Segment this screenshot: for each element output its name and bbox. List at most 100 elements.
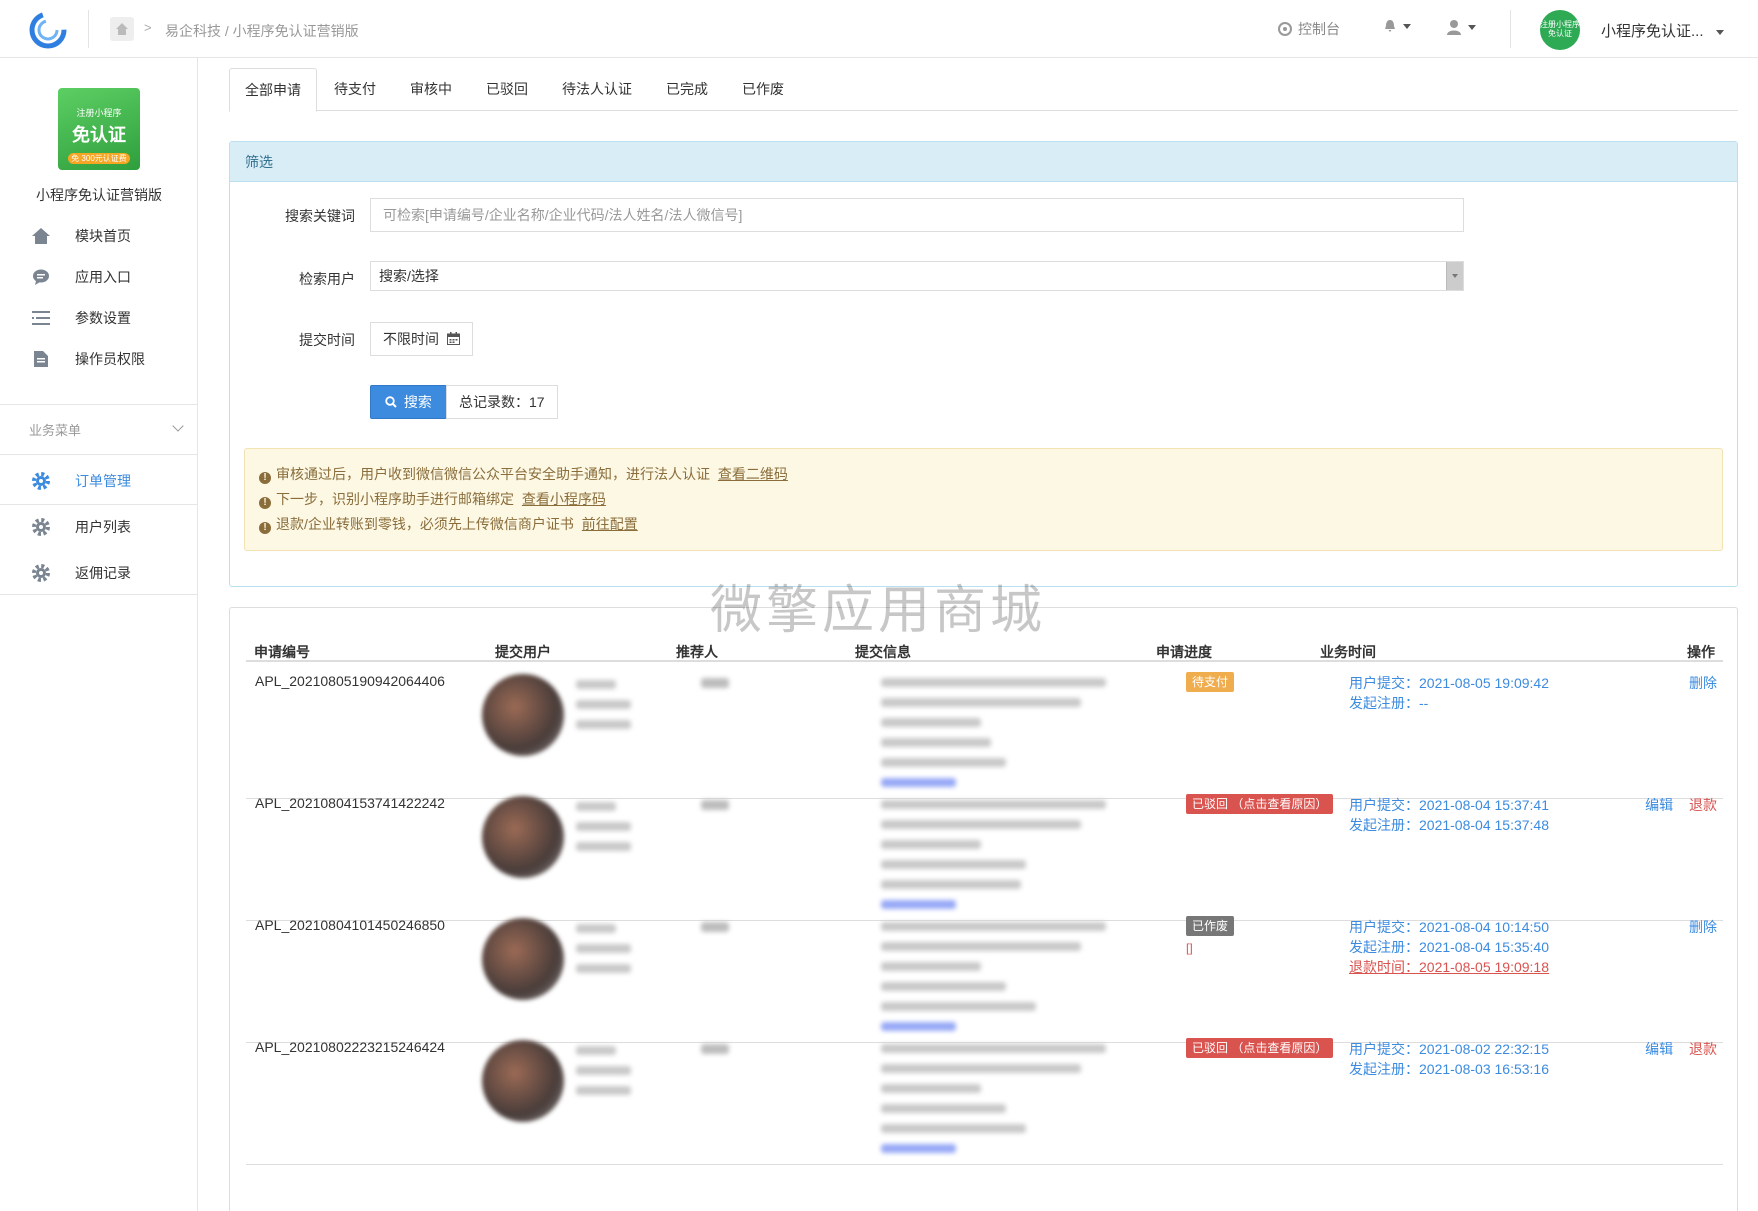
gear-icon <box>30 562 52 584</box>
column-header: 申请编号 <box>254 644 310 660</box>
row-actions: 删除 <box>1677 917 1717 937</box>
status-badge: 已作废 <box>1186 916 1235 936</box>
notice-box: ! 审核通过后，用户收到微信微信公众平台安全助手通知，进行法人认证 查看二维码 !… <box>244 448 1723 551</box>
tab-all[interactable]: 全部申请 <box>229 68 317 112</box>
time-picker[interactable]: 不限时间 <box>370 322 473 356</box>
blurred-referrer <box>701 922 729 932</box>
notifications-dropdown[interactable] <box>1383 19 1411 33</box>
time-label: 提交时间 <box>299 332 355 348</box>
caret-down-icon[interactable] <box>1446 262 1463 290</box>
notice-text: 退款/企业转账到零钱，必须先上传微信商户证书 <box>276 516 574 532</box>
goto-config-link[interactable]: 前往配置 <box>582 516 638 532</box>
chevron-down-icon[interactable] <box>172 420 184 432</box>
dashboard-icon <box>1278 22 1292 36</box>
chevron-right-icon: > <box>144 20 152 35</box>
refund-button[interactable]: 退款 <box>1689 1041 1717 1057</box>
divider <box>1510 10 1511 48</box>
blurred-referrer <box>701 678 729 688</box>
top-bar: > 易企科技 / 小程序免认证营销版 控制台 注册小程序免认证 小程序免认证..… <box>0 0 1758 58</box>
document-icon <box>30 348 52 370</box>
user-icon <box>1447 20 1461 35</box>
submit-time: 用户提交：2021-08-04 10:14:50 <box>1349 919 1549 935</box>
avatar <box>482 796 564 878</box>
column-header: 推荐人 <box>676 644 718 660</box>
gear-icon <box>30 516 52 538</box>
home-button[interactable] <box>110 17 134 41</box>
account-menu[interactable]: 小程序免认证... <box>1601 20 1724 41</box>
table-row: APL_20210804101450246850 已作废 [] 用户提交：202… <box>246 906 1723 1043</box>
logo-text: 注册小程序 <box>76 108 122 118</box>
column-header: 提交用户 <box>495 644 551 660</box>
console-link[interactable]: 控制台 <box>1278 19 1340 39</box>
submit-time: 用户提交：2021-08-04 15:37:41 <box>1349 797 1549 813</box>
divider <box>0 454 198 455</box>
blurred-user-info <box>576 924 631 984</box>
tab-voided[interactable]: 已作废 <box>725 68 801 111</box>
refund-button[interactable]: 退款 <box>1689 797 1717 813</box>
divider <box>0 404 198 405</box>
filter-panel: 筛选 搜索关键词 可检索[申请编号/企业名称/企业代码/法人姓名/法人微信号] … <box>229 141 1738 587</box>
avatar[interactable]: 注册小程序免认证 <box>1540 10 1580 50</box>
edit-button[interactable]: 编辑 <box>1645 1041 1673 1057</box>
submit-time: 用户提交：2021-08-02 22:32:15 <box>1349 1041 1549 1057</box>
user-select-value: 搜索/选择 <box>379 268 439 284</box>
status-tabs: 全部申请 待支付 审核中 已驳回 待法人认证 已完成 已作废 <box>229 68 1738 112</box>
orders-table: 申请编号 提交用户 推荐人 提交信息 申请进度 业务时间 操作 APL_2021… <box>229 607 1738 1211</box>
breadcrumb-item[interactable]: 小程序免认证营销版 <box>233 23 359 39</box>
view-miniprogram-code-link[interactable]: 查看小程序码 <box>522 491 606 507</box>
tab-rejected[interactable]: 已驳回 <box>469 68 545 111</box>
logo-text: 免 300元认证费 <box>68 153 130 164</box>
column-header: 业务时间 <box>1320 644 1376 660</box>
calendar-icon <box>446 332 460 345</box>
column-header: 提交信息 <box>855 644 911 660</box>
delete-button[interactable]: 删除 <box>1689 675 1717 691</box>
column-header: 操作 <box>1687 644 1715 660</box>
filter-title: 筛选 <box>230 142 1737 182</box>
notice-line: ! 下一步，识别小程序助手进行邮箱绑定 查看小程序码 <box>259 487 1708 512</box>
search-button-label: 搜索 <box>403 394 432 410</box>
home-icon <box>30 225 52 247</box>
register-time: 发起注册：-- <box>1349 695 1429 711</box>
sidebar-item-app-entry[interactable]: 应用入口 <box>0 254 198 300</box>
keyword-label: 搜索关键词 <box>285 208 355 224</box>
blurred-submit-info <box>881 922 1106 1042</box>
home-icon <box>116 23 128 35</box>
row-actions: 删除 <box>1677 673 1717 693</box>
search-button[interactable]: 搜索 <box>370 385 447 419</box>
table-row: APL_20210804153741422242 已驳回 （点击查看原因） 用户… <box>246 784 1723 921</box>
notice-line: ! 审核通过后，用户收到微信微信公众平台安全助手通知，进行法人认证 查看二维码 <box>259 462 1708 487</box>
delete-button[interactable]: 删除 <box>1689 919 1717 935</box>
sidebar-item-commission[interactable]: 返佣记录 <box>0 550 198 596</box>
console-label: 控制台 <box>1298 21 1340 37</box>
view-qrcode-link[interactable]: 查看二维码 <box>718 466 788 482</box>
blurred-user-info <box>576 680 631 740</box>
sidebar-item-users[interactable]: 用户列表 <box>0 504 198 550</box>
keyword-input[interactable]: 可检索[申请编号/企业名称/企业代码/法人姓名/法人微信号] <box>370 198 1464 232</box>
sidebar-item-settings[interactable]: 参数设置 <box>0 295 198 341</box>
blurred-referrer <box>701 1044 729 1054</box>
status-badge[interactable]: 已驳回 （点击查看原因） <box>1186 794 1334 814</box>
app-logo-icon[interactable] <box>26 8 70 52</box>
tab-pending-payment[interactable]: 待支付 <box>317 68 393 111</box>
blurred-submit-info <box>881 800 1106 920</box>
edit-button[interactable]: 编辑 <box>1645 797 1673 813</box>
business-times: 用户提交：2021-08-05 19:09:42 发起注册：-- <box>1349 673 1549 713</box>
refund-time: 退款时间：2021-08-05 19:09:18 <box>1349 959 1549 975</box>
sidebar-item-home[interactable]: 模块首页 <box>0 213 198 259</box>
notice-line: ! 退款/企业转账到零钱，必须先上传微信商户证书 前往配置 <box>259 512 1708 537</box>
search-icon <box>385 396 397 408</box>
tab-completed[interactable]: 已完成 <box>649 68 725 111</box>
tab-legal-auth[interactable]: 待法人认证 <box>545 68 649 111</box>
account-name: 小程序免认证... <box>1601 23 1704 40</box>
user-select[interactable]: 搜索/选择 <box>370 261 1464 291</box>
biz-menu-header[interactable]: 业务菜单 <box>29 420 81 439</box>
sidebar-item-orders[interactable]: 订单管理 <box>0 458 198 504</box>
tab-reviewing[interactable]: 审核中 <box>393 68 469 111</box>
breadcrumb-item[interactable]: 易企科技 <box>165 23 221 39</box>
user-dropdown[interactable] <box>1446 19 1476 35</box>
app-logo: 注册小程序 免认证 免 300元认证费 <box>58 88 140 170</box>
status-extra: [] <box>1186 941 1193 955</box>
breadcrumb-separator: / <box>224 23 229 39</box>
sidebar-item-permissions[interactable]: 操作员权限 <box>0 336 198 382</box>
status-badge[interactable]: 已驳回 （点击查看原因） <box>1186 1038 1334 1058</box>
